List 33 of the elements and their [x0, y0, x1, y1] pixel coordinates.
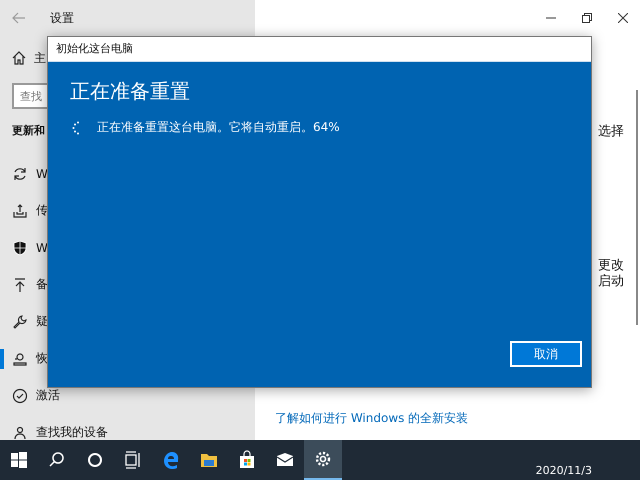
settings-icon[interactable] — [304, 440, 342, 480]
window-title: 设置 — [50, 10, 74, 26]
restore-icon[interactable] — [582, 13, 592, 23]
nav-item[interactable]: W — [0, 155, 255, 192]
nav-item[interactable]: 备 — [0, 266, 255, 303]
body-text: 更改 — [598, 258, 624, 274]
spinner-icon — [72, 120, 80, 134]
section-title: 更新和 — [12, 123, 45, 139]
wrench-icon[interactable] — [12, 314, 28, 330]
nav-item[interactable]: 激活 — [0, 377, 255, 414]
scrollbar[interactable] — [636, 90, 638, 325]
nav-item[interactable]: 疑 — [0, 303, 255, 340]
body-text: 启动 — [598, 274, 624, 290]
upload-icon[interactable] — [12, 276, 28, 292]
shield-icon[interactable] — [12, 240, 28, 256]
nav-item[interactable]: 传 — [0, 192, 255, 229]
sync-icon[interactable] — [12, 166, 28, 182]
close-icon[interactable] — [618, 13, 628, 23]
tray-icon[interactable] — [12, 202, 28, 218]
home-icon[interactable] — [12, 51, 26, 65]
check-circle-icon[interactable] — [12, 388, 28, 404]
nav-item[interactable]: 查找我的设备 — [0, 414, 255, 440]
nav-item[interactable]: W — [0, 229, 255, 266]
dialog-heading: 正在准备重置 — [70, 78, 191, 105]
cancel-button[interactable]: 取消 — [510, 341, 582, 367]
home-label[interactable]: 主 — [34, 50, 46, 66]
recovery-icon[interactable] — [12, 350, 28, 366]
person-icon[interactable] — [12, 424, 28, 440]
body-text: 选择 — [598, 123, 625, 140]
fresh-install-link[interactable]: 了解如何进行 Windows 的全新安装 — [275, 410, 636, 427]
clock-date[interactable]: 2020/11/3 — [536, 464, 592, 477]
progress-message: 正在准备重置这台电脑。它将自动重启。64% — [97, 119, 340, 136]
dialog-title: 初始化这台电脑 — [48, 37, 591, 62]
